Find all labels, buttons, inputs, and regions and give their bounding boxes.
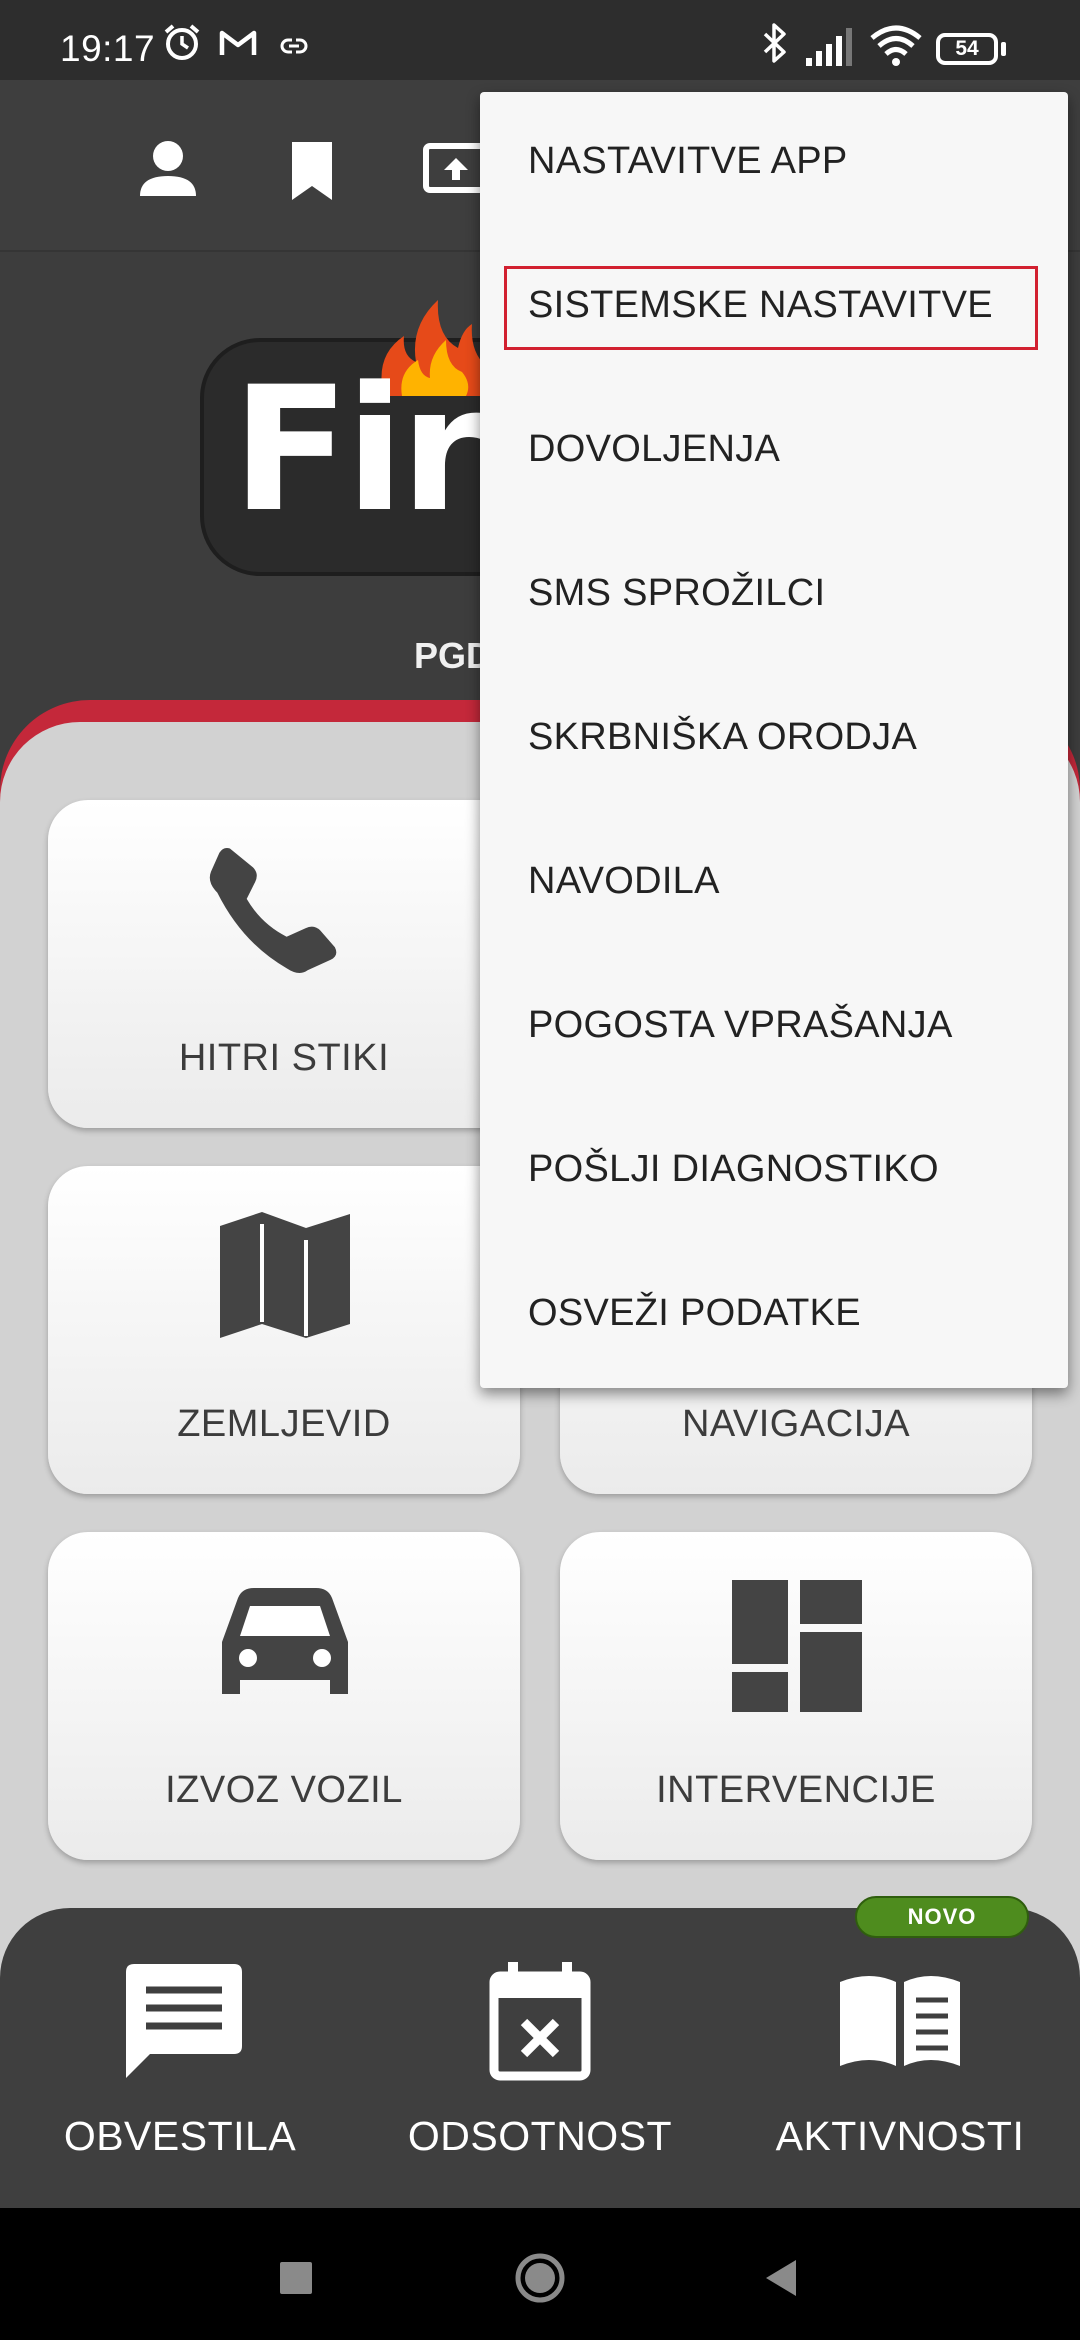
- bottom-item-label: ODSOTNOST: [407, 2113, 673, 2159]
- message-icon: [126, 1964, 242, 2078]
- gmail-icon: [219, 30, 257, 55]
- tile-label: IZVOZ VOZIL: [165, 1769, 403, 1811]
- menu-item-label: POŠLJI DIAGNOSTIKO: [528, 1148, 939, 1190]
- menu-item-poslji-diagnostiko[interactable]: POŠLJI DIAGNOSTIKO: [480, 1100, 1068, 1244]
- status-time: 19:17: [60, 28, 156, 69]
- bottom-item-aktivnosti[interactable]: AKTIVNOSTI: [750, 1958, 1050, 2160]
- recents-button[interactable]: [266, 2248, 326, 2308]
- highlight-box: [504, 266, 1038, 350]
- menu-item-nastavitve-app[interactable]: NASTAVITVE APP: [480, 92, 1068, 236]
- signal-icon: [806, 28, 852, 66]
- battery-icon: 54: [936, 33, 998, 65]
- menu-item-skrbniska-orodja[interactable]: SKRBNIŠKA ORODJA: [480, 668, 1068, 812]
- system-nav-bar: [0, 2208, 1080, 2340]
- status-bar: 19:17 54: [0, 0, 1080, 80]
- bottom-panel: OBVESTILA ODSOTNOST AKTIVNOSTI: [0, 1908, 1080, 2208]
- dashboard-icon: [732, 1580, 862, 1712]
- book-icon: [840, 1976, 960, 2066]
- tile-label: INTERVENCIJE: [656, 1769, 936, 1811]
- wifi-icon: [870, 25, 922, 66]
- menu-item-sms-sprozilci[interactable]: SMS SPROŽILCI: [480, 524, 1068, 668]
- menu-item-label: OSVEŽI PODATKE: [528, 1292, 861, 1334]
- car-icon: [222, 1588, 348, 1694]
- bluetooth-icon: [763, 23, 786, 63]
- map-icon: [220, 1212, 350, 1338]
- menu-item-label: SKRBNIŠKA ORODJA: [528, 716, 918, 758]
- menu-item-pogosta-vprasanja[interactable]: POGOSTA VPRAŠANJA: [480, 956, 1068, 1100]
- back-button[interactable]: [752, 2248, 812, 2308]
- menu-item-label: DOVOLJENJA: [528, 428, 781, 470]
- tile-zemljevid[interactable]: ZEMLJEVID: [48, 1166, 520, 1494]
- alarm-icon: [164, 24, 200, 60]
- battery-tip: [1001, 42, 1006, 56]
- tile-label: NAVIGACIJA: [681, 1403, 911, 1445]
- tile-izvoz-vozil[interactable]: IZVOZ VOZIL: [48, 1532, 520, 1860]
- bookmark-icon[interactable]: [272, 130, 352, 210]
- menu-item-label: POGOSTA VPRAŠANJA: [528, 1004, 953, 1046]
- tile-label: HITRI STIKI: [178, 1037, 390, 1079]
- tile-intervencije[interactable]: INTERVENCIJE: [560, 1532, 1032, 1860]
- person-icon[interactable]: [128, 130, 208, 210]
- home-button[interactable]: [510, 2248, 570, 2308]
- link-icon: [280, 38, 308, 54]
- menu-item-osvezi-podatke[interactable]: OSVEŽI PODATKE: [480, 1244, 1068, 1388]
- overflow-menu: NASTAVITVE APP SISTEMSKE NASTAVITVE DOVO…: [480, 92, 1068, 1388]
- new-badge: NOVO: [855, 1896, 1029, 1938]
- tile-hitri-stiki[interactable]: HITRI STIKI: [48, 800, 520, 1128]
- bottom-item-label: AKTIVNOSTI: [775, 2113, 1025, 2159]
- bottom-item-obvestila[interactable]: OBVESTILA: [30, 1958, 330, 2160]
- menu-item-label: NASTAVITVE APP: [528, 140, 848, 182]
- bottom-item-label: OBVESTILA: [63, 2113, 297, 2159]
- menu-item-label: NAVODILA: [528, 860, 720, 902]
- menu-item-dovoljenja[interactable]: DOVOLJENJA: [480, 380, 1068, 524]
- calendar-cancel-icon: [489, 1962, 591, 2081]
- menu-item-label: SMS SPROŽILCI: [528, 572, 826, 614]
- menu-item-navodila[interactable]: NAVODILA: [480, 812, 1068, 956]
- tile-label: ZEMLJEVID: [177, 1403, 391, 1445]
- phone-icon: [209, 847, 337, 973]
- bottom-item-odsotnost[interactable]: ODSOTNOST: [390, 1958, 690, 2160]
